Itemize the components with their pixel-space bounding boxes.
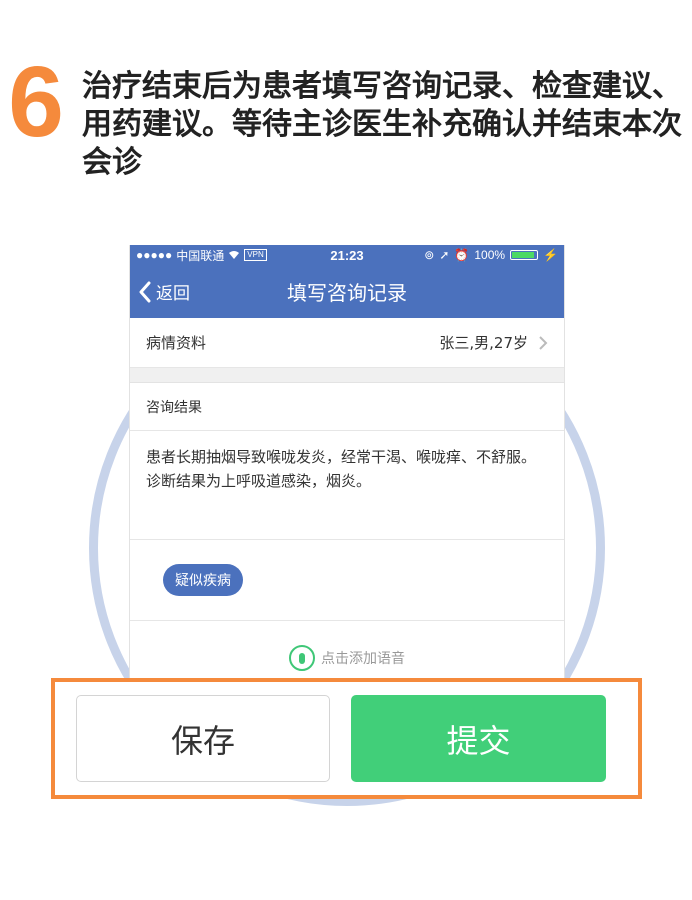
location-icon: ➚ <box>439 248 450 262</box>
charging-icon: ⚡ <box>543 248 558 262</box>
section-divider <box>130 368 564 383</box>
consult-result-label: 咨询结果 <box>130 383 564 431</box>
consult-result-text[interactable]: 患者长期抽烟导致喉咙发炎，经常干渴、喉咙痒、不舒服。诊断结果为上呼吸道感染，烟炎… <box>130 431 564 540</box>
chevron-right-icon <box>539 335 548 350</box>
microphone-icon <box>289 645 315 671</box>
back-label: 返回 <box>156 284 190 304</box>
lock-rotation-icon: ⊚ <box>424 248 435 262</box>
vpn-badge: VPN <box>244 249 267 261</box>
battery-icon <box>510 250 539 260</box>
signal-icon: ●●●●● <box>136 248 173 262</box>
carrier-label: 中国联通 <box>176 248 225 263</box>
suspected-disease-tag[interactable]: 疑似疾病 <box>163 564 243 596</box>
step-number: 6 <box>8 46 64 158</box>
step-heading: 治疗结束后为患者填写咨询记录、检查建议、用药建议。等待主诊医生补充确认并结束本次… <box>82 69 682 180</box>
submit-button[interactable]: 提交 <box>351 695 606 782</box>
page-title: 填写咨询记录 <box>287 281 407 305</box>
case-info-row[interactable]: 病情资料 张三,男,27岁 <box>130 318 564 368</box>
wifi-icon <box>229 251 240 259</box>
case-info-label: 病情资料 <box>146 334 207 352</box>
phone-screen: ●●●●● 中国联通 VPN 21:23 ⊚ ➚ ⏰ 100% ⚡ 返回 填写咨… <box>129 245 565 681</box>
tag-row: 疑似疾病 <box>130 540 564 621</box>
add-voice-label: 点击添加语音 <box>321 651 405 667</box>
case-info-value: 张三,男,27岁 <box>439 334 528 352</box>
battery-percent: 100% <box>474 248 506 262</box>
alarm-icon: ⏰ <box>454 248 470 262</box>
save-button[interactable]: 保存 <box>76 695 330 782</box>
status-bar: ●●●●● 中国联通 VPN 21:23 ⊚ ➚ ⏰ 100% ⚡ <box>130 245 564 265</box>
chevron-left-icon <box>139 281 151 302</box>
nav-bar: 返回 填写咨询记录 <box>130 265 564 318</box>
back-button[interactable]: 返回 <box>130 279 190 304</box>
add-voice-button[interactable]: 点击添加语音 <box>130 621 564 671</box>
